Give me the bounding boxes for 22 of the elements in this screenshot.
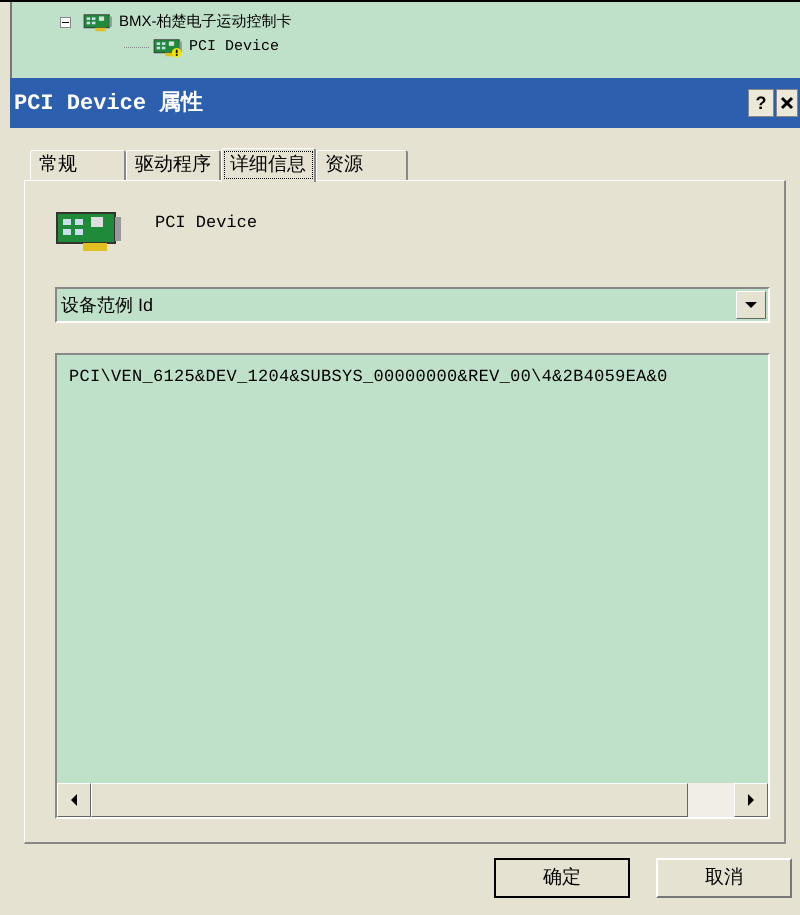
tree-item-label[interactable]: PCI Device: [189, 36, 280, 59]
help-button[interactable]: ?: [748, 89, 774, 117]
collapse-toggle-icon[interactable]: [60, 17, 71, 28]
close-icon: [780, 96, 794, 110]
dialog-button[interactable]: 取消: [656, 858, 792, 898]
tab[interactable]: 资源: [316, 150, 408, 180]
dropdown-value: 设备范例 Id: [61, 294, 154, 316]
tab[interactable]: 详细信息: [221, 148, 316, 182]
property-dropdown[interactable]: 设备范例 Id: [55, 287, 770, 323]
scroll-right-icon[interactable]: [734, 783, 768, 817]
tab[interactable]: 常规: [30, 150, 126, 180]
value-text[interactable]: PCI\VEN_6125&DEV_1204&SUBSYS_00000000&REV_00\4&2B4059EA&0: [69, 365, 668, 390]
window-title: PCI Device 属性: [14, 90, 204, 118]
card-icon: [81, 12, 115, 32]
scroll-left-icon[interactable]: [57, 783, 91, 817]
device-name: PCI Device: [155, 213, 258, 235]
tab[interactable]: 驱动程序: [126, 150, 221, 180]
scrollbar-thumb[interactable]: [91, 783, 688, 817]
tree-item-label[interactable]: BMX-柏楚电子运动控制卡: [119, 11, 292, 34]
close-button[interactable]: [776, 89, 798, 117]
horizontal-scrollbar[interactable]: [57, 783, 768, 817]
dialog-button[interactable]: 确定: [494, 858, 630, 898]
